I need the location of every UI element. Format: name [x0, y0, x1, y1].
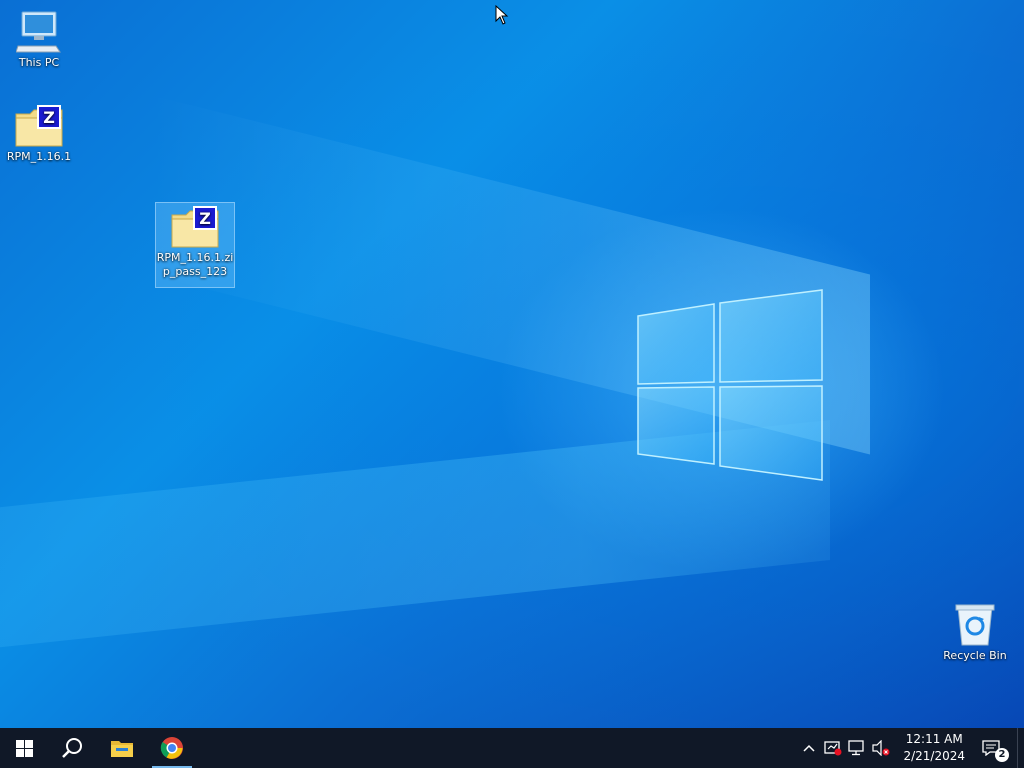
desktop-icon-recycle-bin[interactable]: Recycle Bin	[936, 603, 1014, 663]
network-icon	[848, 740, 865, 756]
zip-folder-icon: Z	[15, 105, 63, 147]
desktop[interactable]: This PC Z RPM_1.16.1 Z RPM_1.16.1.zip_pa…	[0, 0, 1024, 728]
chrome-button[interactable]	[148, 728, 196, 768]
search-button[interactable]	[48, 728, 96, 768]
mouse-cursor-icon	[495, 5, 509, 25]
taskbar: 12:11 AM 2/21/2024 2	[0, 728, 1024, 768]
show-desktop-button[interactable]	[1017, 728, 1024, 768]
svg-text:Z: Z	[199, 209, 211, 228]
notification-count-badge: 2	[995, 748, 1009, 762]
this-pc-icon	[16, 11, 61, 53]
zip-folder-icon: Z	[171, 206, 219, 248]
clock-date: 2/21/2024	[903, 749, 965, 763]
volume-muted-icon	[872, 740, 890, 756]
security-tray-button[interactable]	[821, 728, 845, 768]
recycle-bin-icon	[955, 604, 995, 646]
start-button[interactable]	[0, 728, 48, 768]
chrome-icon	[160, 737, 183, 759]
action-center-button[interactable]: 2	[971, 728, 1011, 768]
search-icon	[62, 738, 82, 758]
desktop-icon-rpm-zip[interactable]: Z RPM_1.16.1.zip_pass_123	[155, 202, 235, 288]
desktop-icon-rpm-folder[interactable]: Z RPM_1.16.1	[0, 104, 78, 164]
svg-text:Z: Z	[43, 108, 55, 127]
desktop-icon-label: This PC	[18, 56, 60, 69]
volume-tray-button[interactable]	[869, 728, 893, 768]
security-alert-icon	[824, 741, 842, 756]
windows-wallpaper-logo	[637, 289, 823, 481]
desktop-icon-label: Recycle Bin	[943, 649, 1007, 662]
system-tray: 12:11 AM 2/21/2024 2	[797, 728, 1024, 768]
desktop-icon-this-pc[interactable]: This PC	[0, 10, 78, 70]
clock-time: 12:11 AM	[905, 732, 963, 746]
show-hidden-icons-button[interactable]	[797, 728, 821, 768]
network-tray-button[interactable]	[845, 728, 869, 768]
folder-icon	[111, 741, 133, 757]
file-explorer-button[interactable]	[98, 728, 146, 768]
clock[interactable]: 12:11 AM 2/21/2024	[897, 731, 971, 765]
desktop-icon-label: RPM_1.16.1.zip_pass_123	[156, 251, 234, 278]
windows-logo-icon	[15, 739, 33, 757]
chevron-up-icon	[803, 744, 815, 752]
desktop-icon-label: RPM_1.16.1	[6, 150, 72, 163]
